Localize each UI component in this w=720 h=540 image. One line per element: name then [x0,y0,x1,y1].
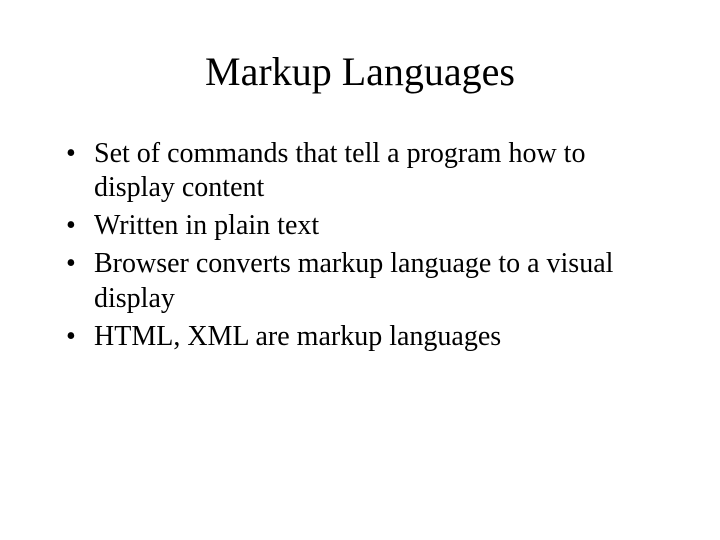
list-item: Written in plain text [58,209,662,243]
bullet-list: Set of commands that tell a program how … [58,137,662,354]
slide-title: Markup Languages [58,48,662,95]
list-item: HTML, XML are markup languages [58,320,662,354]
list-item: Browser converts markup language to a vi… [58,247,662,315]
list-item: Set of commands that tell a program how … [58,137,662,205]
